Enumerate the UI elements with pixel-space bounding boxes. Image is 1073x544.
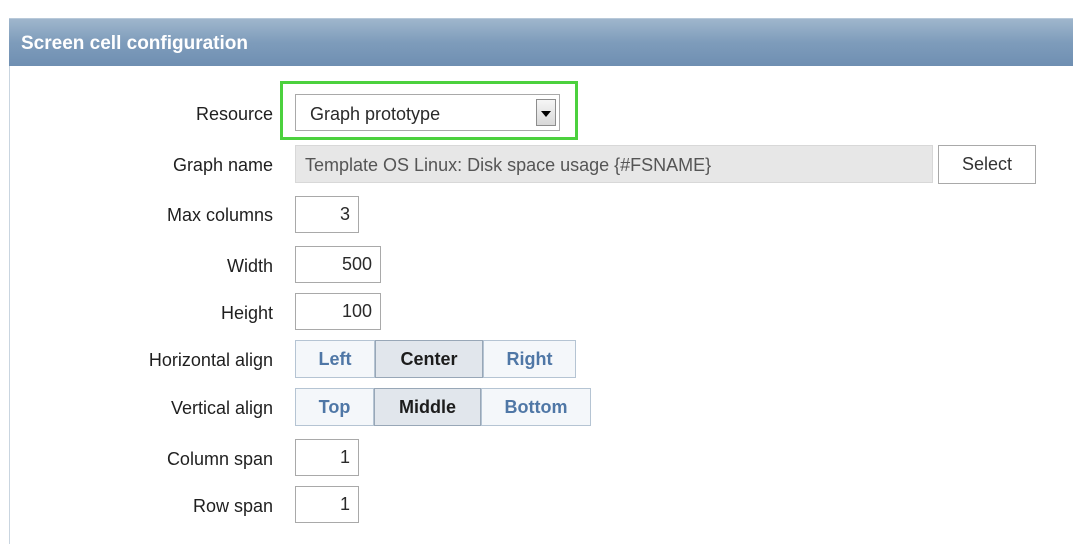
horizontal-align-right[interactable]: Right (483, 340, 576, 378)
horizontal-align-left[interactable]: Left (295, 340, 375, 378)
column-span-input[interactable]: 1 (295, 439, 359, 476)
horizontal-align-center[interactable]: Center (375, 340, 483, 378)
row-span-label: Row span (192, 496, 273, 516)
max-columns-input[interactable]: 3 (295, 196, 359, 233)
width-input[interactable]: 500 (295, 246, 381, 283)
graph-name-value: Template OS Linux: Disk space usage {#FS… (305, 155, 712, 175)
height-label: Height (220, 303, 273, 323)
width-label: Width (226, 256, 273, 276)
resource-select[interactable]: Graph prototype (295, 94, 560, 131)
row-span-input[interactable]: 1 (295, 486, 359, 523)
resource-label: Resource (195, 104, 273, 124)
panel-border (9, 18, 10, 544)
vertical-align-top[interactable]: Top (295, 388, 374, 426)
height-input[interactable]: 100 (295, 293, 381, 330)
graph-name-field[interactable]: Template OS Linux: Disk space usage {#FS… (295, 145, 933, 183)
horizontal-align-label: Horizontal align (148, 350, 273, 370)
vertical-align-middle[interactable]: Middle (374, 388, 481, 426)
chevron-down-icon[interactable] (536, 99, 556, 126)
column-span-label: Column span (166, 449, 273, 469)
select-graph-button[interactable]: Select (938, 145, 1036, 184)
screen-cell-config-page: Screen cell configuration Resource Graph… (0, 0, 1073, 544)
panel-title: Screen cell configuration (21, 33, 248, 54)
vertical-align-bottom[interactable]: Bottom (481, 388, 591, 426)
max-columns-label: Max columns (166, 205, 273, 225)
vertical-align-label: Vertical align (170, 398, 273, 418)
resource-select-value: Graph prototype (310, 104, 441, 124)
panel-title-bar: Screen cell configuration (9, 18, 1073, 66)
graph-name-label: Graph name (172, 155, 273, 175)
